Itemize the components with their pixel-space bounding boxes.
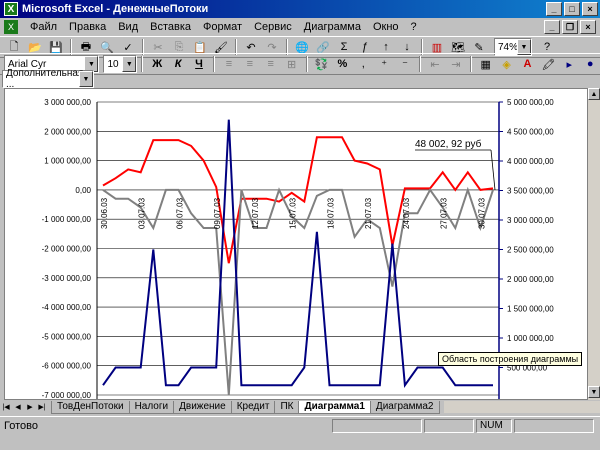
sheet-tabs: ТовДенПотоки Налоги Движение Кредит ПК Диагра… [51, 400, 440, 414]
prev-sheet-icon[interactable]: ◀ [12, 401, 24, 413]
doc-minimize-button[interactable]: _ [544, 20, 560, 34]
x-tick-label: 21.07.03 [364, 197, 373, 229]
x-tick-label: 30.07.03 [477, 197, 486, 229]
x-tick-label: 15.07.03 [289, 197, 298, 229]
menu-window[interactable]: Окно [367, 21, 405, 33]
x-tick-label: 03.07.03 [138, 197, 147, 229]
right-tick-label: 4 000 000,00 [507, 157, 554, 166]
annotation-label: 48 002, 92 руб [415, 138, 482, 150]
left-tick-label: 3 000 000,00 [44, 98, 91, 107]
sheet-tab-3[interactable]: Кредит [230, 400, 276, 414]
right-tick-label: 3 000 000,00 [507, 216, 554, 225]
chart-objects-bar: Дополнительная ... ▼ [0, 68, 600, 90]
sheet-tab-2[interactable]: Движение [173, 400, 232, 414]
scroll-up-icon[interactable]: ▲ [588, 88, 600, 100]
first-sheet-icon[interactable]: |◀ [0, 401, 12, 413]
annotation-leader [490, 149, 496, 190]
x-tick-label: 24.07.03 [402, 197, 411, 229]
horizontal-scrollbar[interactable] [443, 401, 600, 413]
left-tick-label: 0,00 [75, 186, 91, 195]
chart-objects-combo[interactable]: Дополнительная ... ▼ [2, 68, 94, 90]
right-tick-label: 3 500 000,00 [507, 187, 554, 196]
menu-file[interactable]: Файл [24, 21, 63, 33]
maximize-button[interactable]: □ [564, 2, 580, 16]
left-tick-label: -3 000 000,00 [42, 274, 92, 283]
x-tick-label: 27.07.03 [440, 197, 449, 229]
close-button[interactable]: × [582, 2, 598, 16]
menu-bar: X Файл Правка Вид Вставка Формат Сервис … [0, 18, 600, 36]
sheet-tab-5[interactable]: Диаграмма1 [298, 400, 371, 414]
window-title: Microsoft Excel - ДенежныеПотоки [22, 3, 209, 15]
x-tick-label: 09.07.03 [213, 197, 222, 229]
left-tick-label: -6 000 000,00 [42, 362, 92, 371]
minimize-button[interactable]: _ [546, 2, 562, 16]
menu-tools[interactable]: Сервис [248, 21, 298, 33]
title-bar: X Microsoft Excel - ДенежныеПотоки _ □ × [0, 0, 600, 18]
right-tick-label: 4 500 000,00 [507, 128, 554, 137]
series-line-2 [102, 119, 493, 388]
right-tick-label: 2 000 000,00 [507, 275, 554, 284]
left-tick-label: 1 000 000,00 [44, 157, 91, 166]
workbook-icon[interactable]: X [4, 20, 18, 34]
left-tick-label: -7 000 000,00 [42, 391, 92, 400]
sheet-tab-0[interactable]: ТовДенПотоки [51, 400, 130, 414]
x-tick-label: 06.07.03 [175, 197, 184, 229]
x-tick-label: 18.07.03 [326, 197, 335, 229]
sheet-tab-1[interactable]: Налоги [128, 400, 175, 414]
right-tick-label: 1 000 000,00 [507, 334, 554, 343]
menu-format[interactable]: Формат [197, 21, 248, 33]
menu-chart[interactable]: Диаграмма [298, 21, 367, 33]
vertical-scrollbar[interactable]: ▲ ▼ [588, 88, 600, 400]
status-bar: Готово NUM [0, 416, 600, 434]
right-tick-label: 1 500 000,00 [507, 305, 554, 314]
x-tick-label: 12.07.03 [251, 197, 260, 229]
last-sheet-icon[interactable]: ▶| [36, 401, 48, 413]
menu-view[interactable]: Вид [112, 21, 144, 33]
chevron-down-icon[interactable]: ▼ [79, 71, 93, 87]
sheet-tabs-bar: |◀ ◀ ▶ ▶| ТовДенПотоки Налоги Движение Кред… [0, 400, 600, 414]
status-num: NUM [476, 418, 512, 433]
status-box-1 [332, 418, 422, 433]
scroll-track[interactable] [588, 100, 600, 386]
sheet-tab-4[interactable]: ПК [274, 400, 300, 414]
series-line-1 [102, 186, 494, 396]
doc-close-button[interactable]: × [580, 20, 596, 34]
status-ready: Готово [4, 419, 38, 432]
status-box-3 [514, 418, 594, 433]
excel-icon: X [4, 2, 18, 16]
left-tick-label: 2 000 000,00 [44, 127, 91, 136]
left-tick-label: -5 000 000,00 [42, 332, 92, 341]
left-tick-label: -2 000 000,00 [42, 245, 92, 254]
menu-insert[interactable]: Вставка [144, 21, 197, 33]
sheet-tab-6[interactable]: Диаграмма2 [369, 400, 440, 414]
menu-help[interactable]: ? [405, 21, 423, 33]
font-size-value: 10 [107, 58, 119, 70]
scroll-down-icon[interactable]: ▼ [588, 386, 600, 398]
doc-restore-button[interactable]: ❐ [562, 20, 578, 34]
right-tick-label: 2 500 000,00 [507, 246, 554, 255]
zoom-value: 74% [498, 41, 519, 53]
next-sheet-icon[interactable]: ▶ [24, 401, 36, 413]
left-tick-label: -1 000 000,00 [42, 215, 92, 224]
chart-tooltip: Область построения диаграммы [438, 352, 583, 366]
x-tick-label: 30.06.03 [100, 197, 109, 229]
left-tick-label: -4 000 000,00 [42, 303, 92, 312]
right-tick-label: 5 000 000,00 [507, 98, 554, 107]
menu-edit[interactable]: Правка [63, 21, 112, 33]
status-box-2 [424, 418, 474, 433]
